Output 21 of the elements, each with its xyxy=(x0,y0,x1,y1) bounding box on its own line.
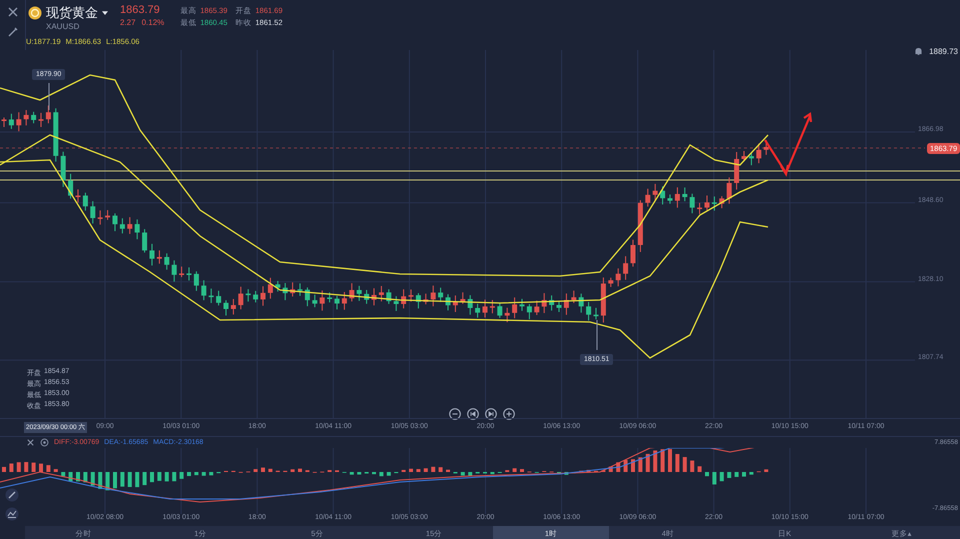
close-icon[interactable] xyxy=(6,5,20,19)
settings-icon[interactable] xyxy=(40,438,49,447)
alert-price: 1889.73 xyxy=(929,47,958,56)
symbol-code: XAUUSD xyxy=(46,22,80,31)
arrow-drawing xyxy=(764,112,812,177)
skip-back-icon[interactable] xyxy=(467,408,479,420)
current-price: 1863.79 xyxy=(120,4,161,16)
close-icon[interactable] xyxy=(26,438,35,447)
indicator-icon[interactable] xyxy=(5,507,19,521)
caret-icon[interactable] xyxy=(102,11,108,16)
price-change: 2.27 xyxy=(120,18,136,27)
price-change-percent: 0.12% xyxy=(142,18,164,27)
symbol-selector[interactable]: 现货黄金 xyxy=(46,4,98,22)
pencil-icon[interactable] xyxy=(5,488,19,502)
leader-line xyxy=(596,320,598,350)
zoom-out-icon[interactable] xyxy=(449,408,461,420)
zoom-in-icon[interactable] xyxy=(503,408,515,420)
leader-line xyxy=(48,82,50,110)
coin-icon xyxy=(28,6,42,20)
bell-icon[interactable] xyxy=(914,47,924,56)
skip-forward-icon[interactable] xyxy=(485,408,497,420)
